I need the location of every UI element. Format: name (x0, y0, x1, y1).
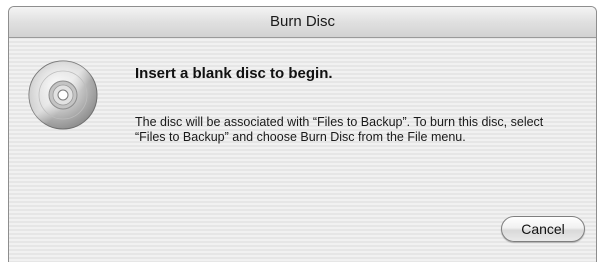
burn-disc-dialog: Burn Disc Insert a blank disc to begin. … (8, 6, 597, 262)
cancel-button[interactable]: Cancel (501, 216, 585, 242)
dialog-heading: Insert a blank disc to begin. (135, 65, 333, 82)
cd-disc-icon (28, 60, 98, 130)
window-title: Burn Disc (9, 7, 596, 38)
dialog-message: The disc will be associated with “Files … (135, 115, 544, 144)
